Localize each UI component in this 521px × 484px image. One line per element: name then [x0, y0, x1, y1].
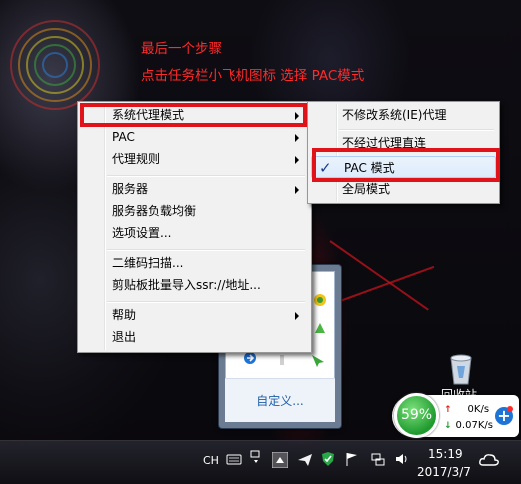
action-center-flag-icon[interactable] — [344, 451, 360, 467]
menu-item-servers[interactable]: 服务器 — [80, 179, 307, 200]
clock-time[interactable]: 15:19 — [428, 447, 463, 461]
menu-item-label: 服务器 — [112, 182, 149, 196]
submenu-arrow-icon — [295, 134, 299, 142]
menu-item-label: PAC — [112, 130, 135, 144]
upload-arrow-icon: ↑ — [444, 405, 452, 415]
menu-item-label: 剪贴板批量导入ssr://地址... — [112, 278, 261, 292]
tray-app-icon[interactable] — [310, 352, 326, 368]
recycle-bin-icon[interactable] — [446, 352, 476, 386]
instruction-line-2: 点击任务栏小飞机图标 选择 PAC模式 — [141, 68, 365, 84]
highlight-box-system-proxy-mode — [80, 103, 307, 127]
download-speed-value: 0.07K/s — [455, 420, 493, 431]
clock-date[interactable]: 2017/3/7 — [417, 465, 471, 479]
menu-item-load-balance[interactable]: 服务器负载均衡 — [80, 201, 307, 222]
volume-icon[interactable] — [394, 451, 410, 467]
highlight-box-pac-mode — [312, 148, 500, 182]
menu-item-import-ssr[interactable]: 剪贴板批量导入ssr://地址... — [80, 275, 307, 296]
menu-item-label: 退出 — [112, 330, 137, 344]
keyboard-icon[interactable] — [226, 451, 242, 467]
menu-item-pac[interactable]: PAC — [80, 127, 307, 148]
menu-separator — [107, 301, 305, 303]
paper-plane-icon[interactable] — [297, 452, 313, 468]
menu-item-options[interactable]: 选项设置... — [80, 223, 307, 244]
customize-link[interactable]: 自定义... — [225, 378, 335, 422]
network-icon[interactable] — [370, 451, 386, 467]
security-shield-icon[interactable] — [320, 451, 336, 467]
submenu-arrow-icon — [295, 156, 299, 164]
upload-speed: ↑ 0K/s — [444, 404, 489, 415]
tray-app-icon[interactable] — [312, 320, 328, 336]
wallpaper-streak — [339, 265, 435, 302]
submenu-arrow-icon — [295, 186, 299, 194]
submenu-item-label: 全局模式 — [342, 182, 391, 196]
notification-dot — [507, 406, 513, 412]
submenu-separator — [339, 129, 494, 131]
language-indicator[interactable]: CH — [203, 454, 219, 467]
memory-usage-gauge[interactable]: 59% — [394, 393, 439, 438]
menu-item-label: 帮助 — [112, 308, 137, 322]
download-speed: ↓ 0.07K/s — [444, 420, 493, 431]
instruction-line-1: 最后一个步骤 — [141, 41, 222, 57]
menu-item-exit[interactable]: 退出 — [80, 327, 307, 348]
menu-item-label: 二维码扫描... — [112, 256, 184, 270]
menu-item-label: 代理规则 — [112, 152, 161, 166]
menu-item-qr-scan[interactable]: 二维码扫描... — [80, 253, 307, 274]
show-hidden-icons-icon[interactable] — [272, 452, 288, 468]
menu-separator — [107, 175, 305, 177]
upload-speed-value: 0K/s — [467, 404, 490, 415]
menu-item-help[interactable]: 帮助 — [80, 305, 307, 326]
ime-settings-icon[interactable] — [248, 449, 264, 465]
cloud-icon[interactable] — [478, 450, 500, 470]
menu-separator — [107, 249, 305, 251]
wallpaper-arc — [42, 52, 68, 78]
download-arrow-icon: ↓ — [444, 421, 452, 431]
tray-app-icon[interactable] — [312, 292, 328, 308]
submenu-item-no-change[interactable]: 不修改系统(IE)代理 — [310, 104, 495, 126]
menu-item-label: 服务器负载均衡 — [112, 204, 197, 218]
submenu-arrow-icon — [295, 312, 299, 320]
submenu-item-label: 不修改系统(IE)代理 — [342, 108, 447, 122]
menu-item-label: 选项设置... — [112, 226, 172, 240]
menu-item-proxy-rules[interactable]: 代理规则 — [80, 149, 307, 170]
tray-app-icon[interactable] — [274, 352, 290, 368]
